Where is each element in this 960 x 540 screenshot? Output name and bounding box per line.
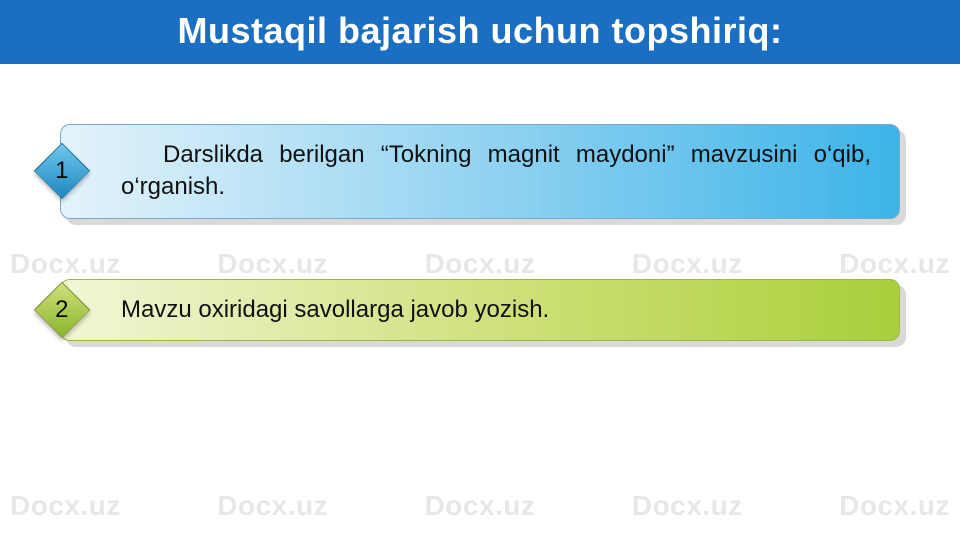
task-number: 2 [55,296,68,324]
watermark-text: Docx.uz [839,490,950,522]
task-list: Darslikda berilgan “Tokning magnit maydo… [0,64,960,341]
page-title: Mustaqil bajarish uchun topshiriq: [0,0,960,64]
task-box: Mavzu oxiridagi savollarga javob yozish. [60,279,900,341]
watermark-text: Docx.uz [632,490,743,522]
task-text: Darslikda berilgan “Tokning magnit maydo… [121,141,871,200]
watermark-text: Docx.uz [10,490,121,522]
task-number: 1 [55,157,68,185]
task-item-1: Darslikda berilgan “Tokning magnit maydo… [60,124,900,219]
watermark-text: Docx.uz [425,490,536,522]
watermark-text: Docx.uz [217,490,328,522]
task-item-2: Mavzu oxiridagi savollarga javob yozish.… [60,279,900,341]
task-text: Mavzu oxiridagi savollarga javob yozish. [121,296,549,323]
task-box: Darslikda berilgan “Tokning magnit maydo… [60,124,900,219]
